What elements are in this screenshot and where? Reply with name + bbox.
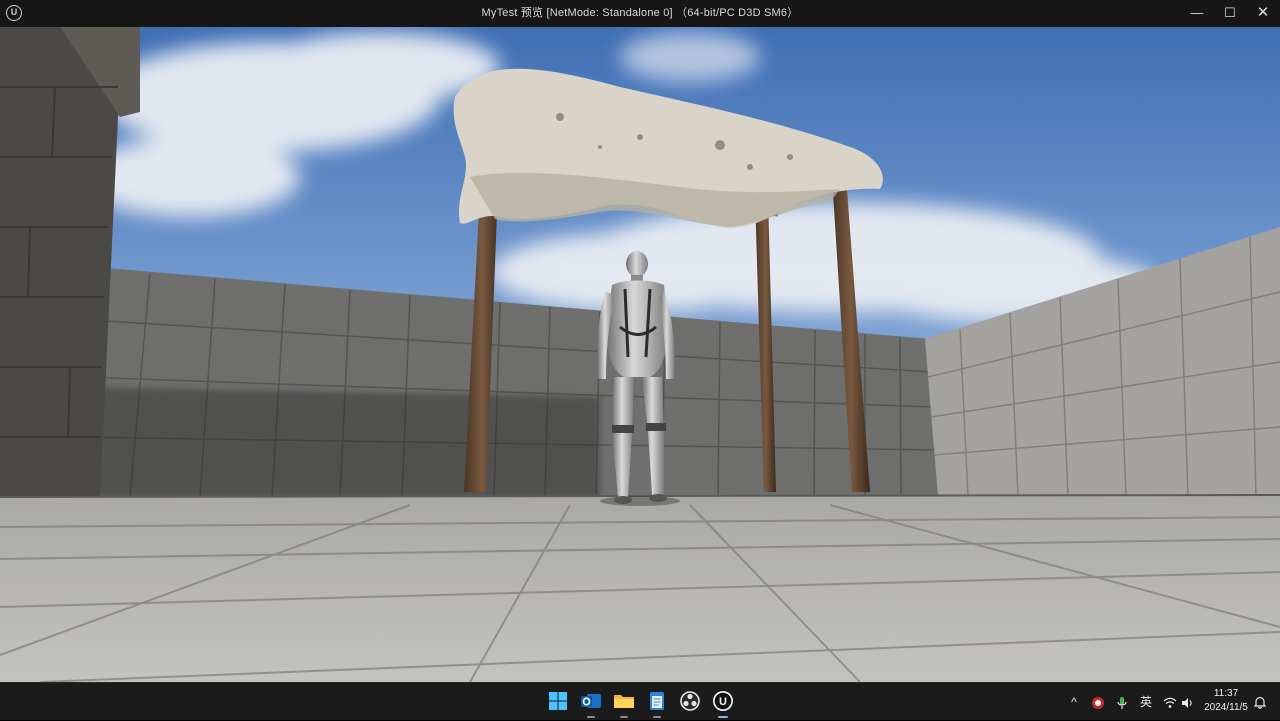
input-method-indicator[interactable]: 英 (1136, 683, 1156, 721)
windows-taskbar: U ^ 英 11:37 2024/11/5 (0, 682, 1280, 720)
window-title-bar[interactable]: U MyTest 预览 [NetMode: Standalone 0] （64-… (0, 0, 1280, 27)
notification-bell-icon[interactable] (1252, 683, 1268, 721)
clock-date: 2024/11/5 (1204, 702, 1248, 713)
red-circle-app-icon[interactable] (1090, 683, 1106, 721)
game-viewport[interactable] (0, 27, 1280, 682)
svg-text:U: U (719, 696, 727, 708)
unreal-engine-icon[interactable]: U (711, 689, 735, 718)
outlook-icon[interactable] (579, 689, 603, 718)
window-title: MyTest 预览 [NetMode: Standalone 0] （64-bi… (481, 7, 799, 19)
clock-time: 11:37 (1213, 688, 1239, 699)
obs-icon[interactable] (678, 689, 702, 713)
scene-render (0, 27, 1280, 682)
close-button[interactable]: ✕ (1246, 0, 1280, 27)
file-explorer-icon[interactable] (612, 689, 636, 718)
windows-start-icon[interactable] (546, 689, 570, 713)
taskbar-clock[interactable]: 11:37 2024/11/5 (1198, 687, 1254, 715)
microphone-icon[interactable] (1114, 683, 1130, 721)
maximize-button[interactable]: ☐ (1213, 0, 1247, 27)
show-hidden-icons-button[interactable]: ^ (1066, 683, 1082, 721)
wifi-icon[interactable] (1162, 683, 1178, 721)
minimize-button[interactable]: — (1180, 0, 1214, 27)
notepad-icon[interactable] (645, 689, 669, 718)
volume-icon[interactable] (1180, 683, 1196, 721)
